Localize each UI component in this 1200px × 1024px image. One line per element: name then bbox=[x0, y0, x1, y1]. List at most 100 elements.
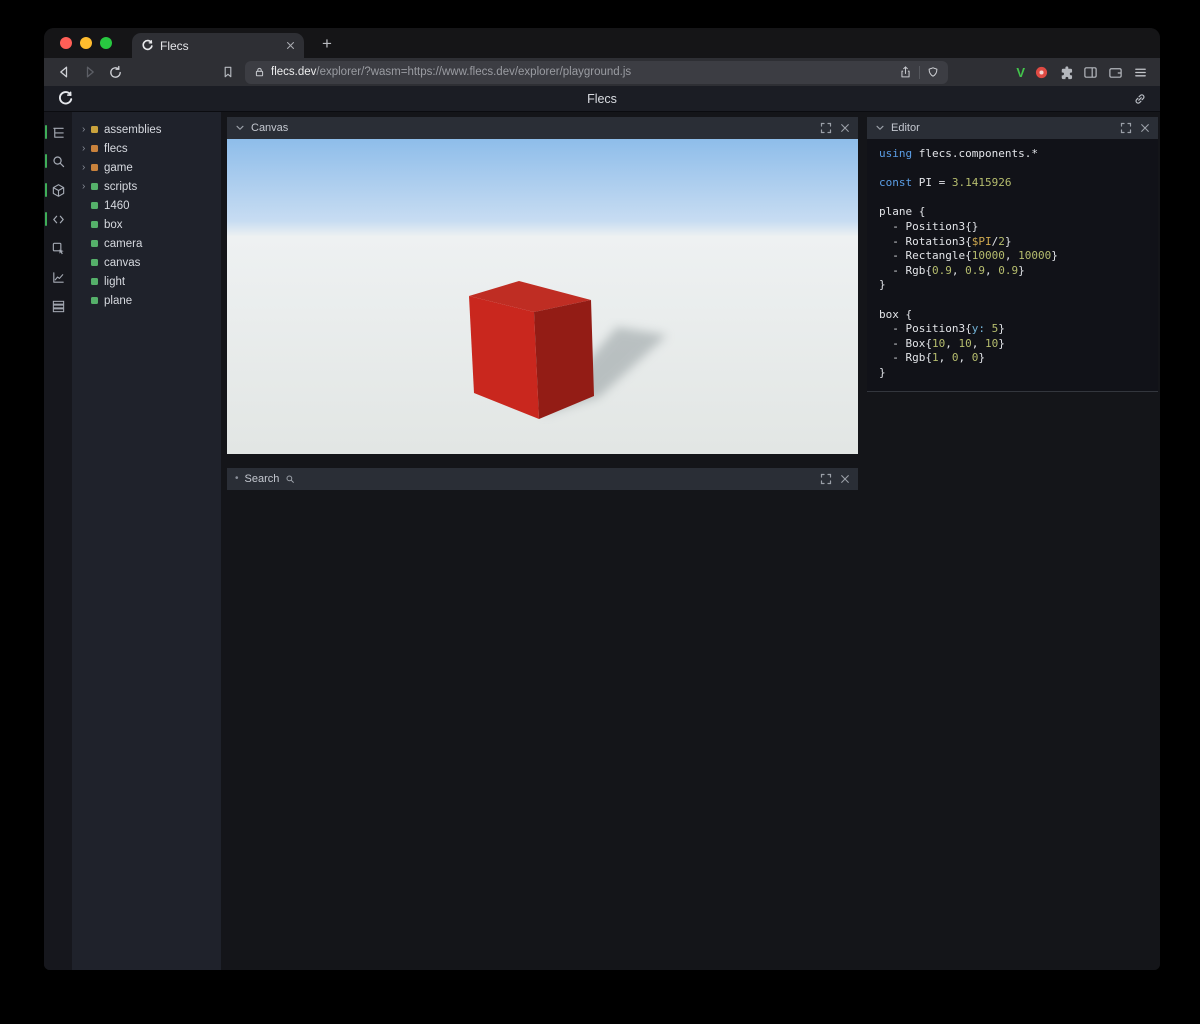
canvas-panel-header[interactable]: Canvas bbox=[227, 117, 858, 139]
icon-rail bbox=[44, 112, 72, 970]
code-line: - Position3{} bbox=[879, 220, 1158, 235]
tree-item-assemblies[interactable]: › assemblies bbox=[72, 120, 221, 139]
hierarchy-icon[interactable] bbox=[44, 120, 72, 145]
url-text: flecs.dev/explorer/?wasm=https://www.fle… bbox=[271, 66, 891, 78]
fullscreen-icon[interactable] bbox=[820, 473, 832, 485]
tree-item-label: game bbox=[104, 162, 133, 174]
search-panel: • Search bbox=[227, 468, 858, 490]
flecs-logo-icon[interactable] bbox=[57, 90, 74, 107]
tree-item-game[interactable]: › game bbox=[72, 158, 221, 177]
browser-window: Flecs + bbox=[44, 28, 1160, 970]
entity-color-square bbox=[91, 164, 98, 171]
entity-color-square bbox=[91, 145, 98, 152]
reload-button[interactable] bbox=[108, 65, 123, 80]
zoom-window-button[interactable] bbox=[100, 37, 112, 49]
extensions-puzzle-icon[interactable] bbox=[1058, 65, 1073, 80]
magnifier-icon bbox=[285, 474, 295, 484]
code-line bbox=[879, 191, 1158, 206]
entity-color-square bbox=[91, 221, 98, 228]
forward-button[interactable] bbox=[82, 64, 98, 80]
red-extension-button[interactable] bbox=[1035, 66, 1048, 79]
code-editor[interactable]: using flecs.components.* const PI = 3.14… bbox=[867, 139, 1158, 392]
brave-shield-icon[interactable] bbox=[927, 66, 939, 79]
chevron-right-icon[interactable]: › bbox=[82, 163, 91, 173]
url-domain: flecs.dev bbox=[271, 66, 316, 78]
vimium-extension-button[interactable]: V bbox=[1016, 65, 1025, 80]
entity-color-square bbox=[91, 126, 98, 133]
tree-item-label: flecs bbox=[104, 143, 128, 155]
code-line: - Rgb{0.9, 0.9, 0.9} bbox=[879, 264, 1158, 279]
close-icon[interactable] bbox=[1140, 123, 1150, 133]
new-tab-button[interactable]: + bbox=[316, 35, 338, 52]
tree-item-label: canvas bbox=[104, 257, 140, 269]
close-tab-icon[interactable] bbox=[286, 41, 295, 50]
code-line: using flecs.components.* bbox=[879, 147, 1158, 162]
code-line: - Rectangle{10000, 10000} bbox=[879, 249, 1158, 264]
tree-item-box[interactable]: box bbox=[72, 215, 221, 234]
minimize-window-button[interactable] bbox=[80, 37, 92, 49]
tab-title: Flecs bbox=[160, 39, 189, 53]
tree-item-flecs[interactable]: › flecs bbox=[72, 139, 221, 158]
share-icon[interactable] bbox=[899, 65, 912, 79]
app-body: › assemblies › flecs › game › scripts 1460 boxcam… bbox=[44, 112, 1160, 970]
permalink-icon[interactable] bbox=[1133, 92, 1147, 106]
tree-item-label: scripts bbox=[104, 181, 137, 193]
chevron-right-icon[interactable]: › bbox=[82, 182, 91, 192]
divider bbox=[919, 66, 920, 79]
chevron-down-icon[interactable] bbox=[875, 123, 885, 133]
entity-color-square bbox=[91, 202, 98, 209]
editor-panel-header[interactable]: Editor bbox=[867, 117, 1158, 139]
bookmark-icon[interactable] bbox=[221, 65, 235, 79]
fullscreen-icon[interactable] bbox=[820, 122, 832, 134]
code-line: } bbox=[879, 366, 1158, 381]
wallet-button[interactable] bbox=[1108, 65, 1123, 80]
chart-icon[interactable] bbox=[44, 265, 72, 290]
code-line: plane { bbox=[879, 205, 1158, 220]
extensions-area: V bbox=[1016, 65, 1148, 80]
editor-panel: Editor using flecs.components.* const PI… bbox=[867, 117, 1158, 392]
rows-icon[interactable] bbox=[44, 294, 72, 319]
tree-item-1460[interactable]: 1460 bbox=[72, 196, 221, 215]
entity-color-square bbox=[91, 259, 98, 266]
tree-item-camera[interactable]: camera bbox=[72, 234, 221, 253]
close-window-button[interactable] bbox=[60, 37, 72, 49]
app-header: Flecs bbox=[44, 86, 1160, 112]
back-button[interactable] bbox=[56, 64, 72, 80]
search-panel-header[interactable]: • Search bbox=[227, 468, 858, 490]
tree-item-canvas[interactable]: canvas bbox=[72, 253, 221, 272]
center-column: Canvas bbox=[221, 112, 865, 970]
canvas-panel-title: Canvas bbox=[251, 122, 288, 134]
canvas-panel: Canvas bbox=[227, 117, 858, 454]
screen: Flecs + bbox=[0, 0, 1200, 1024]
entity-color-square bbox=[91, 183, 98, 190]
chevron-right-icon[interactable]: › bbox=[82, 125, 91, 135]
tree-item-plane[interactable]: plane bbox=[72, 291, 221, 310]
search-icon[interactable] bbox=[44, 149, 72, 174]
url-bar[interactable]: flecs.dev/explorer/?wasm=https://www.fle… bbox=[245, 61, 948, 84]
code-line bbox=[879, 293, 1158, 308]
code-line: - Box{10, 10, 10} bbox=[879, 337, 1158, 352]
tree-item-label: assemblies bbox=[104, 124, 162, 136]
inspect-icon[interactable] bbox=[44, 236, 72, 261]
fullscreen-icon[interactable] bbox=[1120, 122, 1132, 134]
editor-panel-title: Editor bbox=[891, 122, 920, 134]
entity-color-square bbox=[91, 240, 98, 247]
package-icon[interactable] bbox=[44, 178, 72, 203]
tree-item-scripts[interactable]: › scripts bbox=[72, 177, 221, 196]
close-icon[interactable] bbox=[840, 474, 850, 484]
code-line: const PI = 3.1415926 bbox=[879, 176, 1158, 191]
chevron-down-icon[interactable] bbox=[235, 123, 245, 133]
browser-tab[interactable]: Flecs bbox=[132, 33, 304, 58]
menu-button[interactable] bbox=[1133, 65, 1148, 80]
code-icon[interactable] bbox=[44, 207, 72, 232]
chevron-right-icon[interactable]: › bbox=[82, 144, 91, 154]
tree-item-light[interactable]: light bbox=[72, 272, 221, 291]
bullet-icon[interactable]: • bbox=[235, 474, 239, 484]
tree-item-label: plane bbox=[104, 295, 132, 307]
tree-item-label: 1460 bbox=[104, 200, 130, 212]
sidebar-toggle-button[interactable] bbox=[1083, 65, 1098, 80]
close-icon[interactable] bbox=[840, 123, 850, 133]
entity-color-square bbox=[91, 278, 98, 285]
tree-item-label: light bbox=[104, 276, 125, 288]
3d-viewport[interactable] bbox=[227, 139, 858, 454]
